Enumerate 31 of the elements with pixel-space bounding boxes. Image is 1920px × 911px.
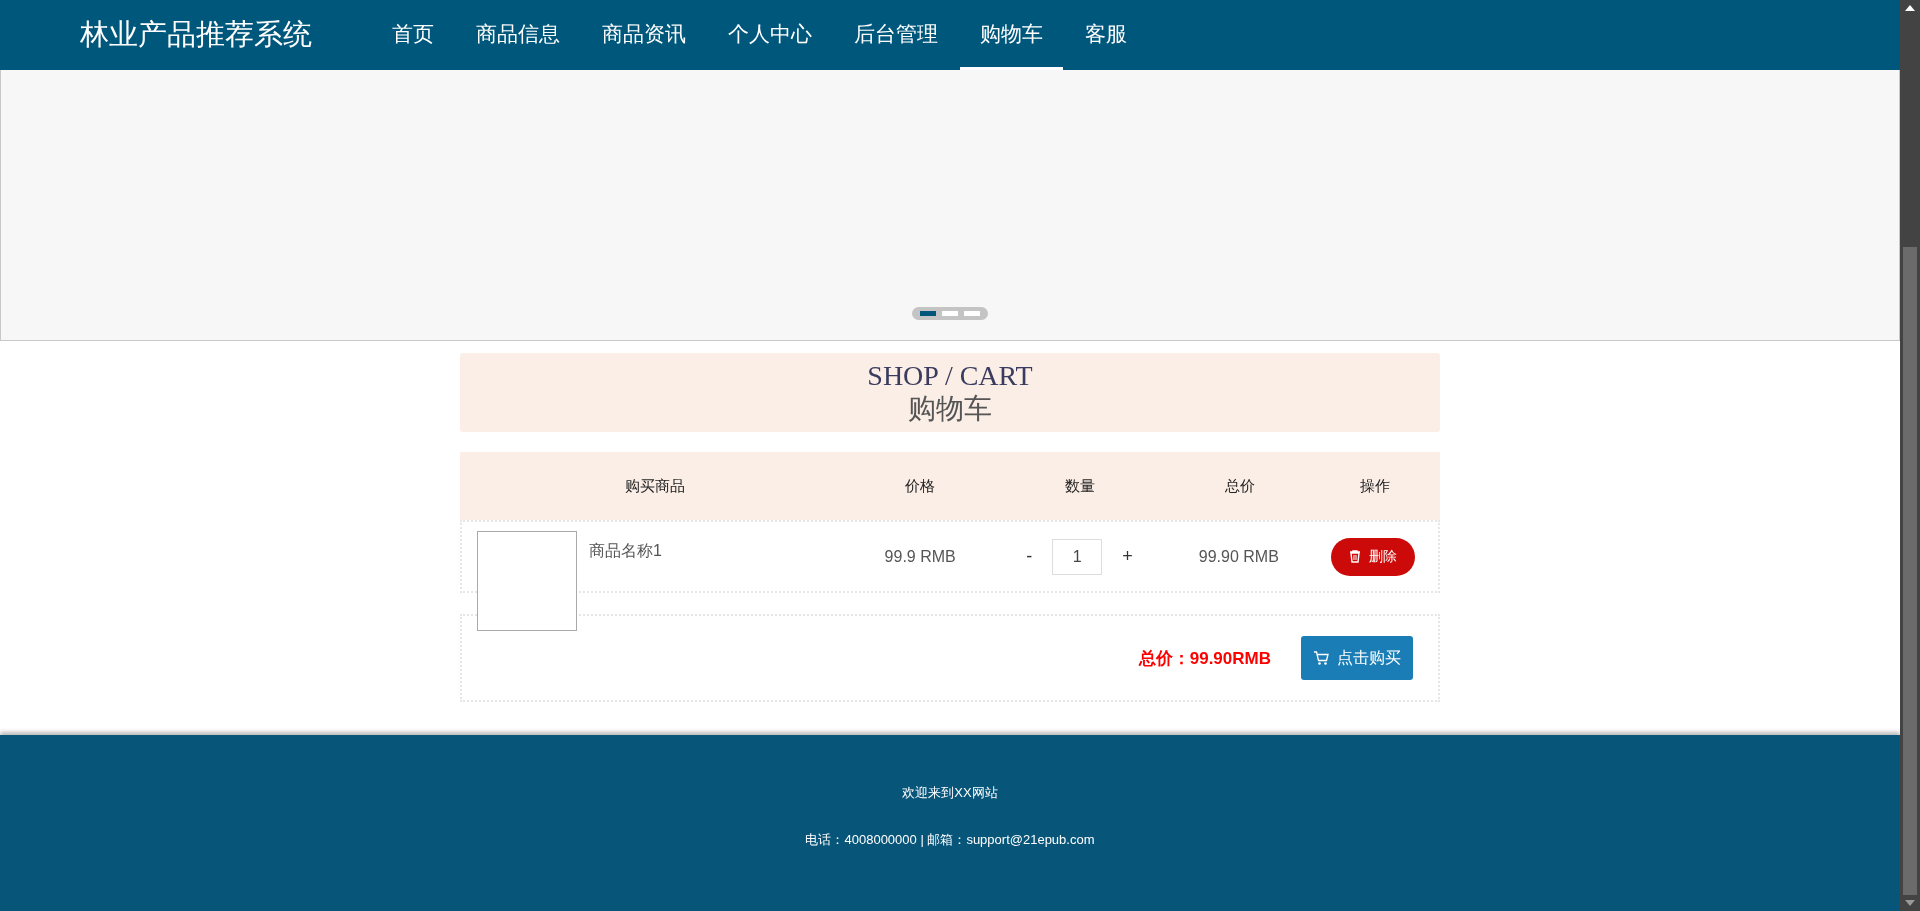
checkout-button[interactable]: 点击购买 bbox=[1301, 636, 1413, 680]
footer-welcome: 欢迎来到XX网站 bbox=[902, 784, 998, 802]
column-header: 总价 bbox=[1224, 476, 1256, 496]
trash-icon bbox=[1349, 550, 1362, 563]
quantity-field[interactable]: 1 bbox=[1052, 538, 1103, 575]
column-header: 操作 bbox=[1359, 476, 1391, 496]
cart-icon bbox=[1313, 650, 1329, 666]
decrease-button[interactable]: - bbox=[1014, 546, 1045, 567]
nav-link[interactable]: 后台管理 bbox=[834, 0, 958, 70]
column-header: 价格 bbox=[904, 476, 936, 496]
column-header: 购买商品 bbox=[624, 476, 686, 496]
nav-link[interactable]: 客服 bbox=[1065, 0, 1147, 70]
scroll-up-icon[interactable] bbox=[1905, 5, 1915, 11]
footer-contact: 电话：4008000000 | 邮箱：support@21epub.com bbox=[805, 831, 1095, 849]
delete-button[interactable]: 删除 bbox=[1331, 537, 1416, 576]
site-title: 林业产品推荐系统 bbox=[80, 17, 312, 52]
column-header: 数量 bbox=[1064, 476, 1096, 496]
nav-link[interactable]: 个人中心 bbox=[708, 0, 832, 70]
price-cell-text: 99.9 RMB bbox=[883, 547, 957, 566]
increase-button[interactable]: + bbox=[1110, 546, 1145, 567]
scroll-down-icon[interactable] bbox=[1905, 900, 1915, 906]
page-title: SHOP / CART bbox=[867, 359, 1033, 392]
scrollbar-thumb[interactable] bbox=[1903, 247, 1917, 895]
subtotal-cell-text: 99.90 RMB bbox=[1197, 547, 1280, 566]
nav-link[interactable]: 商品信息 bbox=[456, 0, 580, 70]
grand-total: 总价：99.90RMB bbox=[1138, 647, 1271, 670]
scrollbar[interactable] bbox=[1900, 0, 1920, 911]
product-name: 商品名称1 bbox=[589, 541, 662, 561]
nav-link[interactable]: 首页 bbox=[372, 0, 454, 70]
page-subtitle: 购物车 bbox=[908, 391, 992, 426]
nav-link[interactable]: 商品资讯 bbox=[582, 0, 706, 70]
